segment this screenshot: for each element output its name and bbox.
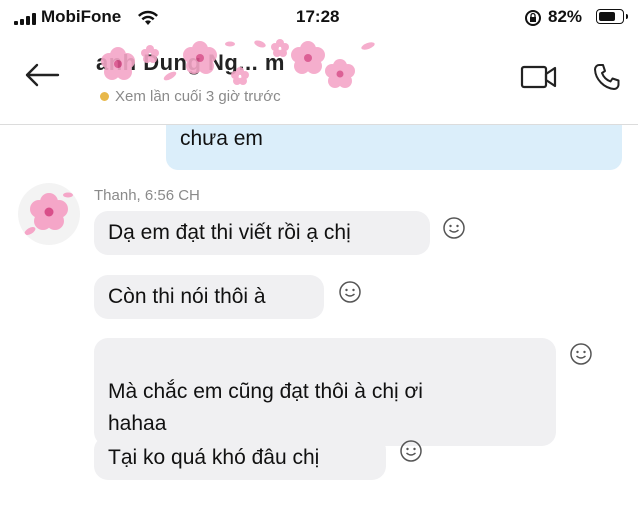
chat-header: anh Dung Ng... m Xem lần cuối 3 giờ trướ… <box>0 36 638 125</box>
battery-icon <box>596 9 628 24</box>
clock: 17:28 <box>296 7 340 26</box>
incoming-message[interactable]: Còn thi nói thôi à <box>94 275 324 319</box>
avatar[interactable] <box>18 183 80 245</box>
status-dot-icon <box>100 92 109 101</box>
smiley-react-icon[interactable] <box>569 342 593 366</box>
last-seen-status: Xem lần cuối 3 giờ trước <box>100 88 281 105</box>
video-call-icon[interactable] <box>520 64 558 90</box>
message-text: Mà chắc em cũng đạt thôi à chị ơi hahaa <box>108 380 423 435</box>
carrier-name: MobiFone <box>41 7 122 26</box>
phone-call-icon[interactable] <box>592 62 622 92</box>
smiley-react-icon[interactable] <box>442 216 466 240</box>
message-text: Còn thi nói thôi à <box>108 285 266 308</box>
message-text: Tại ko quá khó đâu chị <box>108 446 320 469</box>
signal-strength-icon <box>14 13 36 25</box>
status-bar: MobiFone 17:28 82% <box>0 0 638 36</box>
smiley-react-icon[interactable] <box>338 280 362 304</box>
incoming-message[interactable]: Dạ em đạt thi viết rồi ạ chị <box>94 211 430 255</box>
outgoing-message[interactable]: chưa em <box>166 125 622 170</box>
incoming-message[interactable]: Tại ko quá khó đâu chị <box>94 436 386 480</box>
smiley-react-icon[interactable] <box>399 439 423 463</box>
wifi-icon <box>138 10 158 25</box>
flower-avatar-icon <box>24 192 73 235</box>
message-thread: chưa em Thanh, 6:56 CH Dạ em đạt thi viế… <box>0 125 638 511</box>
flower-sticker-overlay <box>101 39 375 88</box>
battery-percent: 82% <box>548 7 583 26</box>
rotation-lock-icon <box>525 10 541 26</box>
sender-meta: Thanh, 6:56 CH <box>94 187 200 204</box>
back-arrow-icon[interactable] <box>24 62 60 88</box>
message-text: Dạ em đạt thi viết rồi ạ chị <box>108 221 351 244</box>
last-seen-text: Xem lần cuối 3 giờ trước <box>115 88 281 105</box>
outgoing-message-text: chưa em <box>180 127 263 150</box>
incoming-message[interactable]: Mà chắc em cũng đạt thôi à chị ơi hahaa <box>94 338 556 446</box>
